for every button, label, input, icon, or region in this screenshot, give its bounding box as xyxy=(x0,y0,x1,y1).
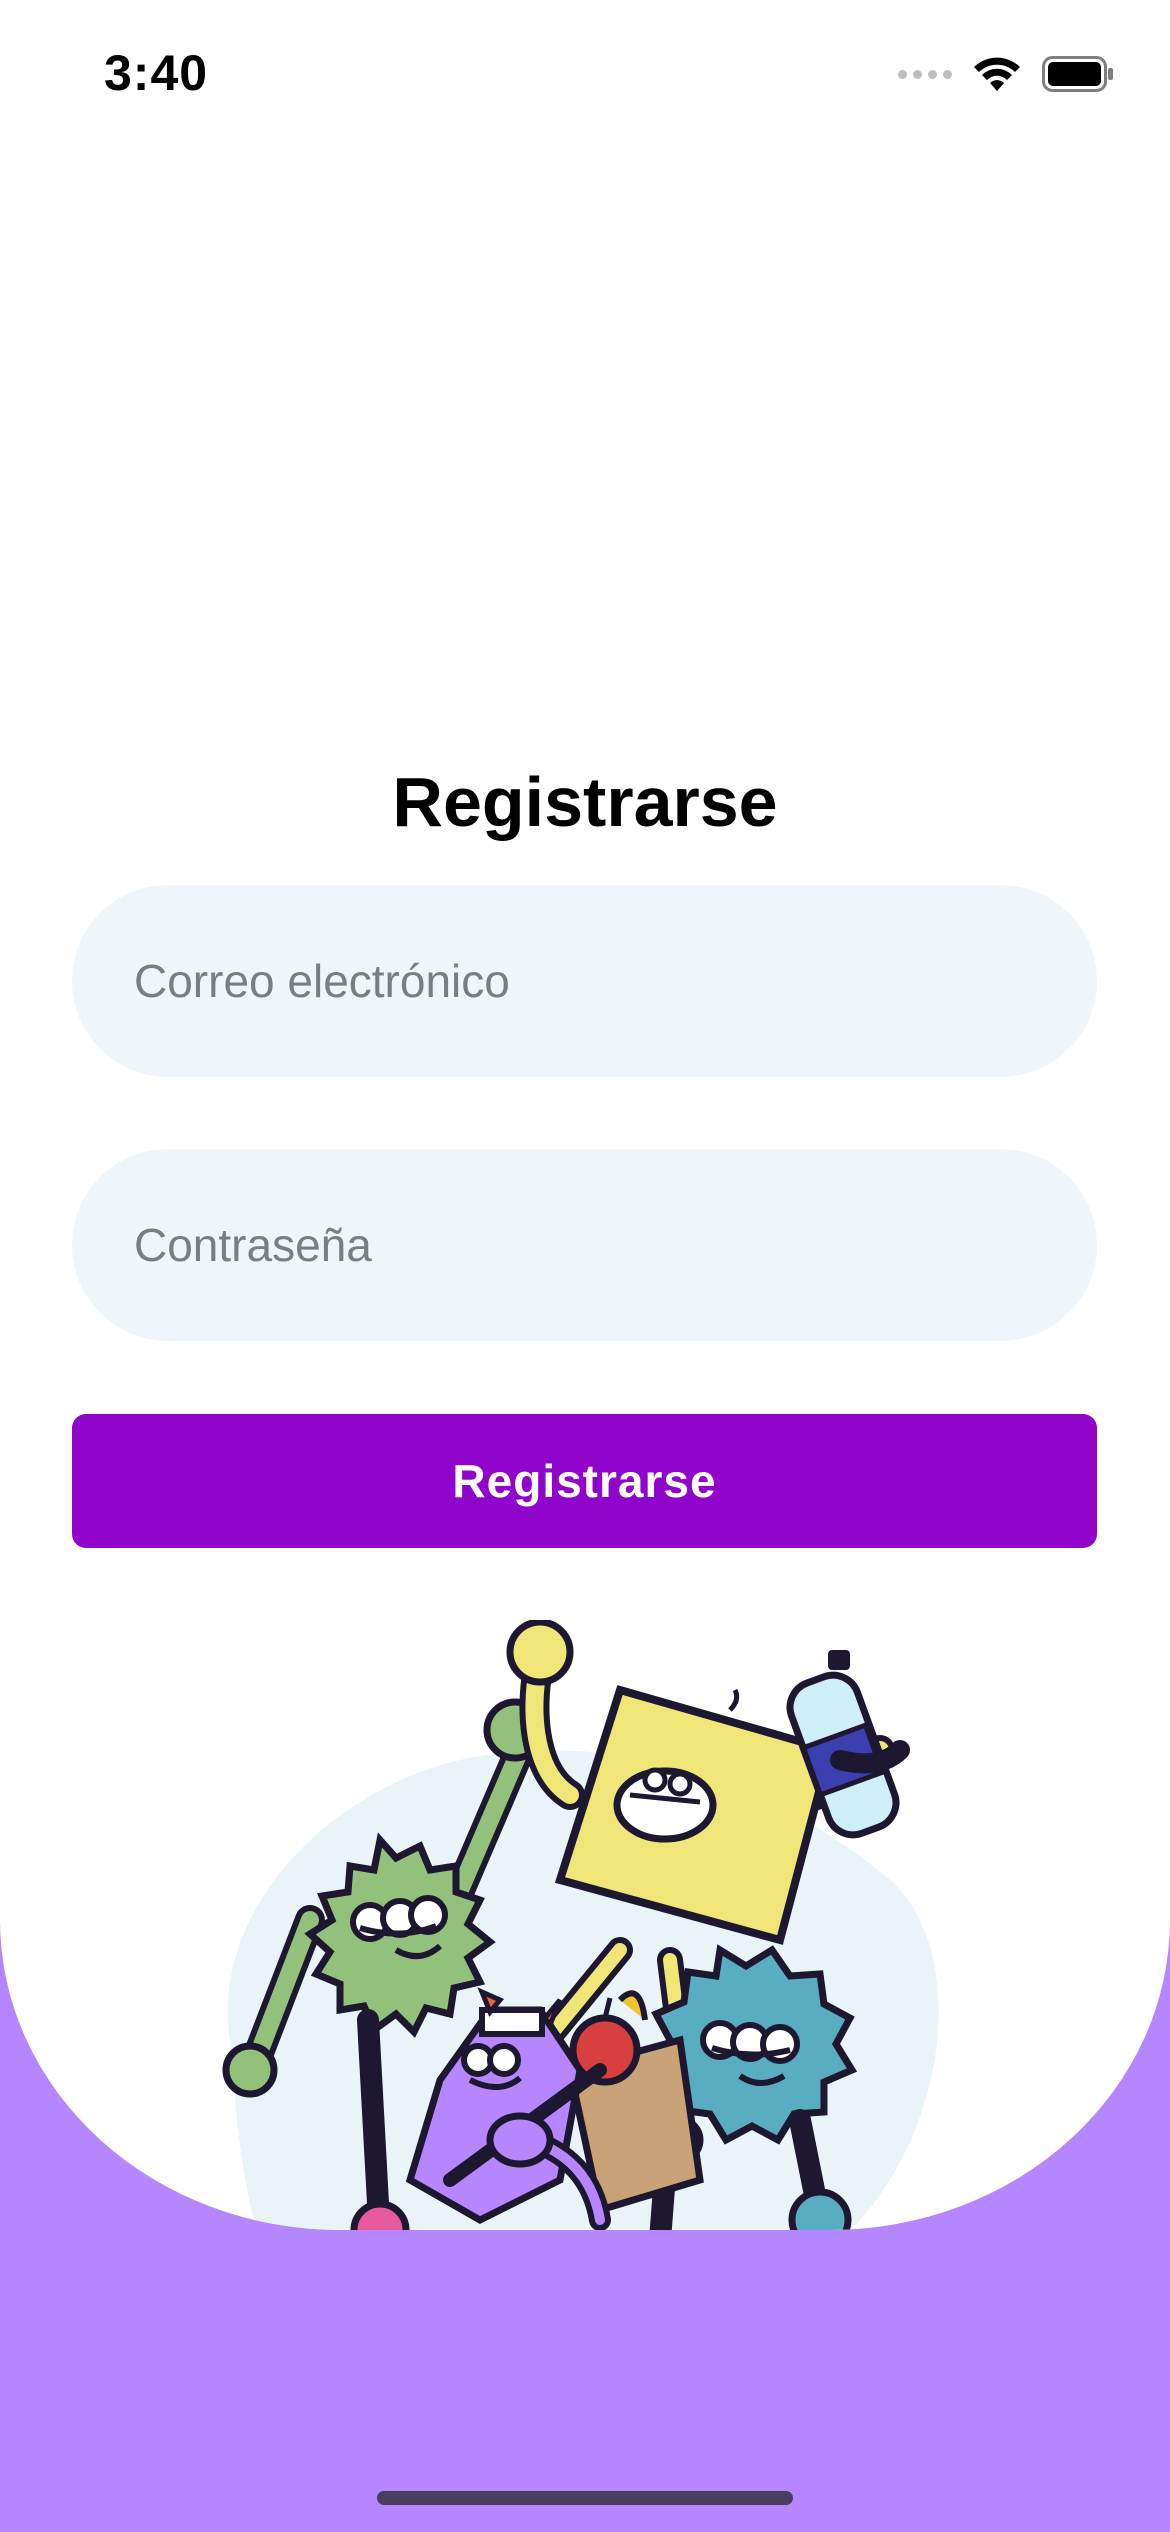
password-field[interactable] xyxy=(72,1149,1097,1341)
signup-screen: 3:40 Registrarse Correo electrónico Regi… xyxy=(0,0,1170,2532)
home-indicator[interactable] xyxy=(377,2491,793,2505)
password-input[interactable] xyxy=(72,1149,1097,1341)
email-input[interactable] xyxy=(72,885,1097,1077)
status-icons xyxy=(898,52,1114,96)
register-button[interactable]: Registrarse xyxy=(72,1414,1097,1548)
characters-illustration xyxy=(200,1618,980,2230)
content-card: 3:40 Registrarse Correo electrónico Regi… xyxy=(0,0,1170,2230)
page-title: Registrarse xyxy=(392,763,778,841)
cellular-signal-icon xyxy=(898,69,952,79)
status-time: 3:40 xyxy=(104,45,209,101)
email-field[interactable] xyxy=(72,885,1097,1077)
wifi-icon xyxy=(972,55,1022,93)
status-bar: 3:40 xyxy=(0,0,1170,150)
battery-icon xyxy=(1042,56,1114,92)
